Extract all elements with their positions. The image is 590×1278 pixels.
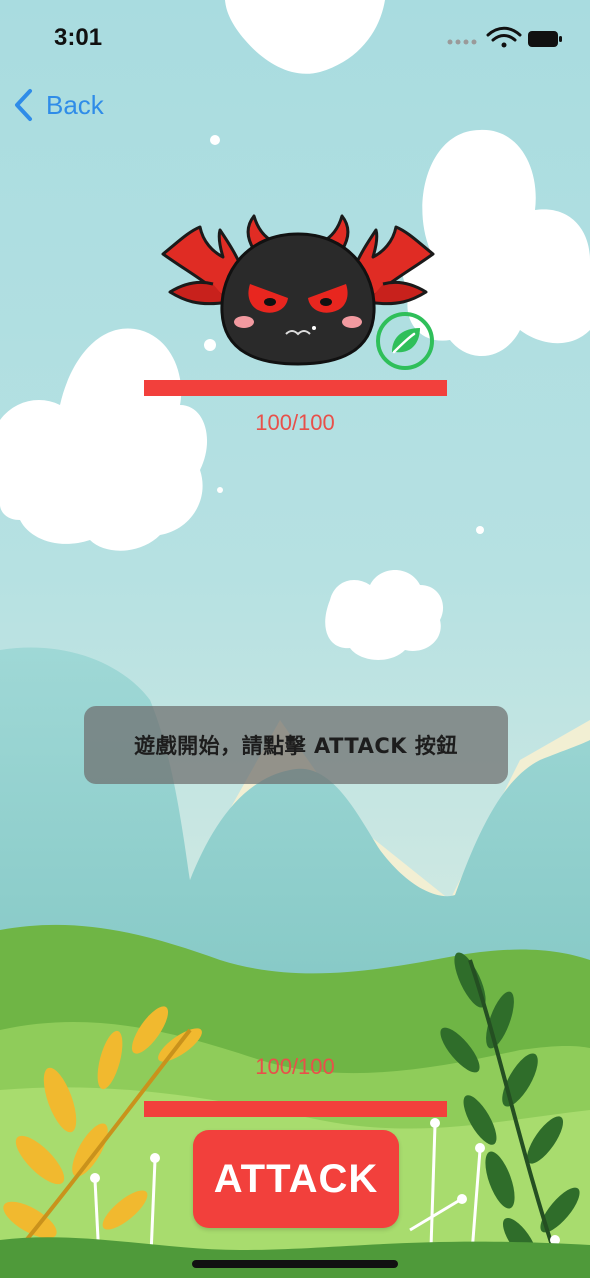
wifi-icon [486,26,522,48]
status-time: 3:01 [54,24,103,51]
status-bar: 3:01 [0,0,590,76]
home-indicator[interactable] [192,1260,398,1268]
signal-dots-icon [447,39,477,45]
enemy-hp-text: 100/100 [255,410,335,435]
back-button[interactable]: Back [12,86,104,124]
game-message-toast: 遊戲開始，請點擊 ATTACK 按鈕 [84,706,508,784]
back-label: Back [46,89,104,120]
attack-button[interactable]: ATTACK [193,1130,399,1228]
game-scene: 3:01 Back 100/100 遊戲開始，請點擊 ATTACK 按鈕 100… [0,0,590,1278]
sky-landscape-background [0,0,590,1278]
attack-button-label: ATTACK [213,1156,379,1201]
enemy-hp-bar [144,380,447,396]
player-hp-fill [144,1101,447,1117]
battery-icon [528,31,562,47]
player-hp-bar [144,1101,447,1117]
player-hp-text: 100/100 [255,1054,335,1079]
leaf-icon [376,312,434,370]
game-message-text: 遊戲開始，請點擊 ATTACK 按鈕 [134,734,458,758]
status-icons [447,26,562,48]
enemy-hp-fill [144,380,447,396]
chevron-left-icon [15,89,32,121]
